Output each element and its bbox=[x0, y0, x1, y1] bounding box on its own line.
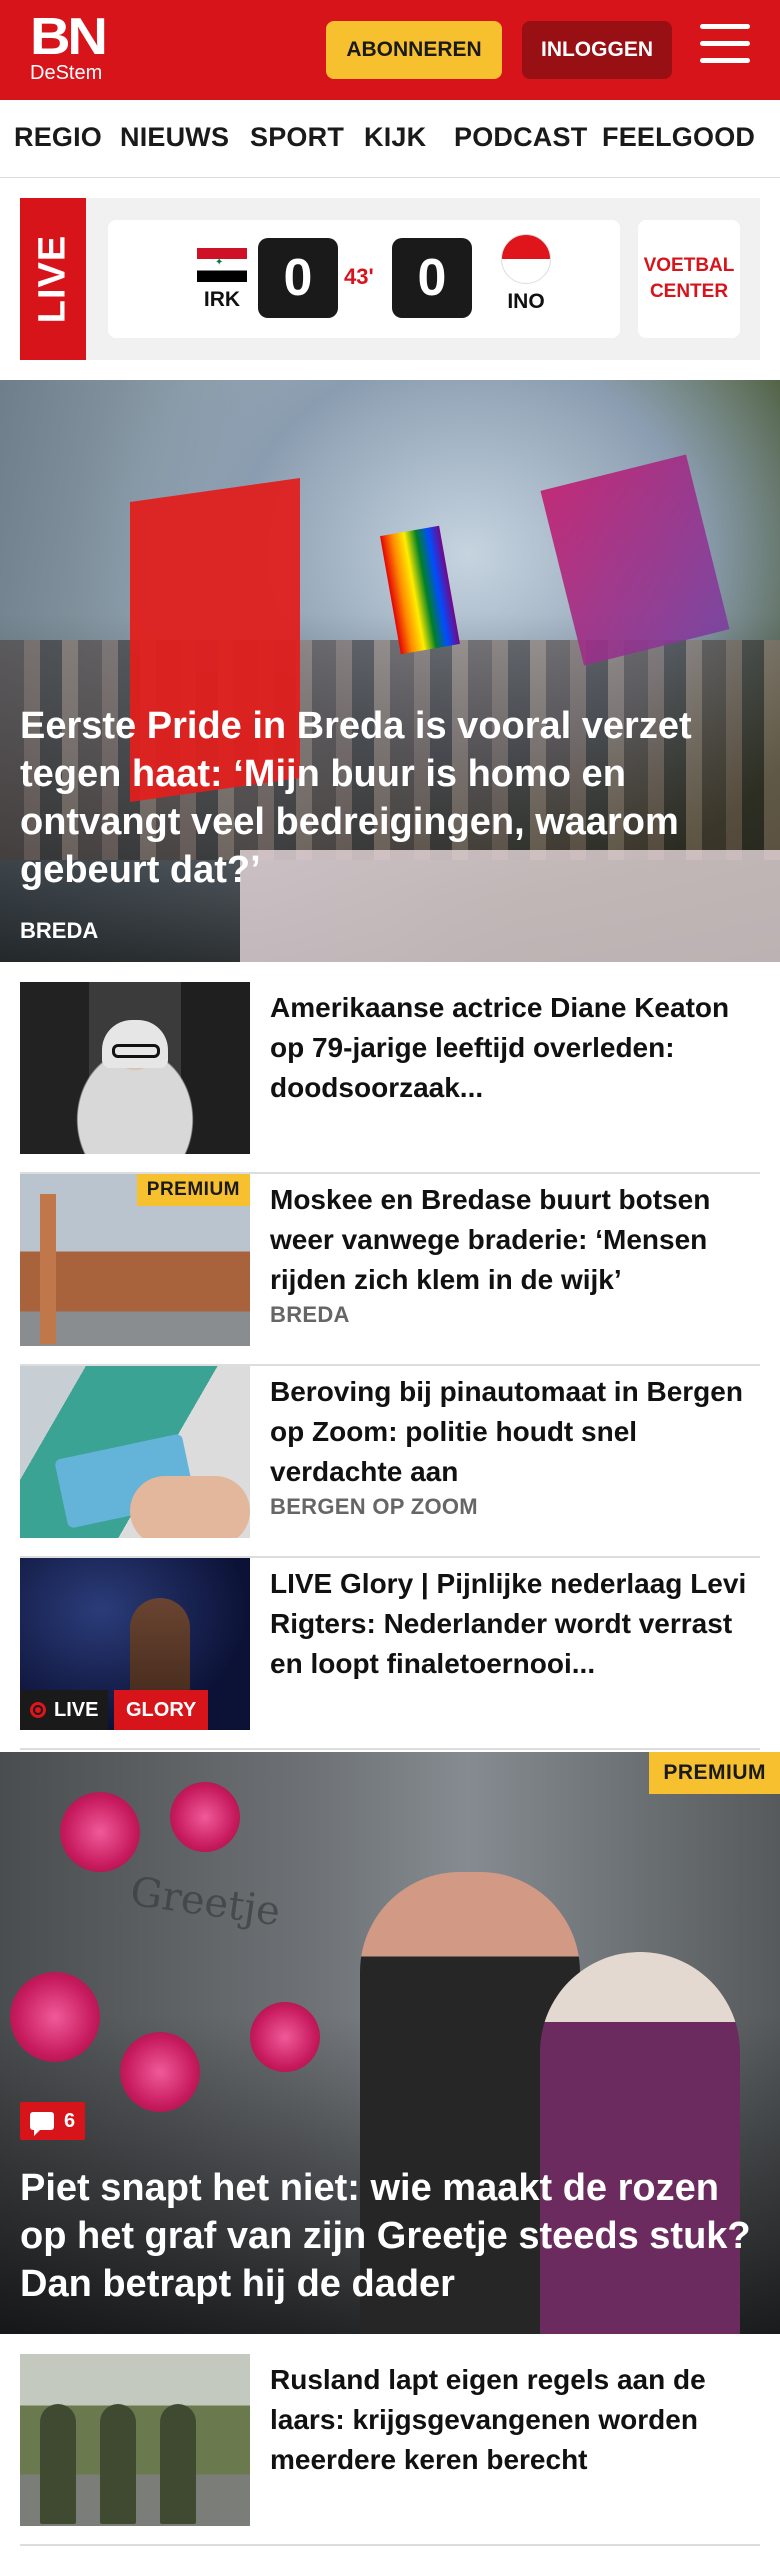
away-score: 0 bbox=[392, 238, 472, 318]
nav-item-regio[interactable]: REGIO bbox=[14, 122, 102, 153]
list-item[interactable]: Amerikaanse actrice Diane Keaton op 79-j… bbox=[20, 982, 760, 1174]
premium-badge: PREMIUM bbox=[649, 1752, 780, 1794]
nav-item-podcast[interactable]: PODCAST bbox=[454, 122, 587, 153]
indonesia-flag-icon bbox=[501, 234, 551, 284]
list-item[interactable]: PREMIUM Moskee en Bredase buurt botsen w… bbox=[20, 1174, 760, 1366]
comment-count-badge[interactable]: 6 bbox=[20, 2102, 86, 2140]
live-label: LIVE bbox=[20, 198, 86, 360]
list-item[interactable]: Rusland lapt eigen regels aan de laars: … bbox=[20, 2354, 760, 2546]
nav-item-nieuws[interactable]: NIEUWS bbox=[120, 122, 229, 153]
match-minute: 43' bbox=[344, 264, 374, 289]
article-title[interactable]: Amerikaanse actrice Diane Keaton op 79-j… bbox=[270, 988, 750, 1108]
article-title[interactable]: Beroving bij pinautomaat in Bergen op Zo… bbox=[270, 1372, 750, 1492]
away-team-code: INO bbox=[507, 290, 545, 313]
home-team-code: IRK bbox=[203, 288, 241, 311]
premium-badge: PREMIUM bbox=[136, 1174, 250, 1206]
voetbal-center-link[interactable]: VOETBAL CENTER bbox=[638, 220, 740, 338]
article-title[interactable]: LIVE Glory | Pijnlijke nederlaag Levi Ri… bbox=[270, 1564, 750, 1684]
logo-mark: BN bbox=[30, 8, 108, 66]
live-dot-icon bbox=[30, 1702, 46, 1718]
away-team: INO bbox=[486, 234, 566, 314]
hamburger-menu-icon[interactable] bbox=[700, 24, 752, 70]
nav-item-kijk[interactable]: KIJK bbox=[364, 122, 426, 153]
hero-article[interactable]: Eerste Pride in Breda is vooral verzet t… bbox=[0, 380, 780, 962]
list-item[interactable]: Beroving bij pinautomaat in Bergen op Zo… bbox=[20, 1366, 760, 1558]
hero-location-tag: BREDA bbox=[20, 918, 99, 943]
live-badge: LIVE bbox=[20, 1690, 109, 1730]
nav-item-feelgood[interactable]: FEELGOOD bbox=[602, 122, 755, 153]
article-thumbnail: PREMIUM bbox=[20, 1174, 250, 1346]
list-item[interactable]: LIVE GLORY LIVE Glory | Pijnlijke nederl… bbox=[20, 1558, 760, 1750]
feature-article[interactable]: Greetje PREMIUM 6 Piet snapt het niet: w… bbox=[0, 1752, 780, 2334]
home-team: IRK bbox=[182, 248, 262, 312]
section-nav: REGIO NIEUWS SPORT KIJK PODCAST FEELGOOD bbox=[0, 100, 780, 178]
iraq-flag-icon bbox=[197, 248, 247, 282]
comment-icon bbox=[30, 2112, 54, 2136]
subscribe-button[interactable]: ABONNEREN bbox=[326, 21, 502, 79]
article-location-tag: BREDA bbox=[270, 1302, 350, 1327]
article-thumbnail bbox=[20, 1366, 250, 1538]
article-thumbnail bbox=[20, 2354, 250, 2526]
feature-title[interactable]: Piet snapt het niet: wie maakt de rozen … bbox=[20, 2164, 760, 2308]
home-score: 0 bbox=[258, 238, 338, 318]
login-button[interactable]: INLOGGEN bbox=[522, 21, 672, 79]
site-header: BN DeStem ABONNEREN INLOGGEN bbox=[0, 0, 780, 100]
category-badge: GLORY bbox=[114, 1690, 209, 1730]
article-thumbnail bbox=[20, 982, 250, 1154]
live-score-widget: LIVE IRK 0 43' 0 INO VOETBAL CENTER bbox=[20, 198, 760, 360]
match-score-card[interactable]: IRK 0 43' 0 INO bbox=[108, 220, 620, 338]
nav-item-sport[interactable]: SPORT bbox=[250, 122, 344, 153]
article-title[interactable]: Moskee en Bredase buurt botsen weer vanw… bbox=[270, 1180, 750, 1300]
site-logo[interactable]: BN DeStem bbox=[30, 11, 108, 84]
article-thumbnail: LIVE GLORY bbox=[20, 1558, 250, 1730]
hero-title[interactable]: Eerste Pride in Breda is vooral verzet t… bbox=[20, 702, 760, 894]
article-title[interactable]: Rusland lapt eigen regels aan de laars: … bbox=[270, 2360, 750, 2480]
article-location-tag: BERGEN OP ZOOM bbox=[270, 1494, 478, 1519]
